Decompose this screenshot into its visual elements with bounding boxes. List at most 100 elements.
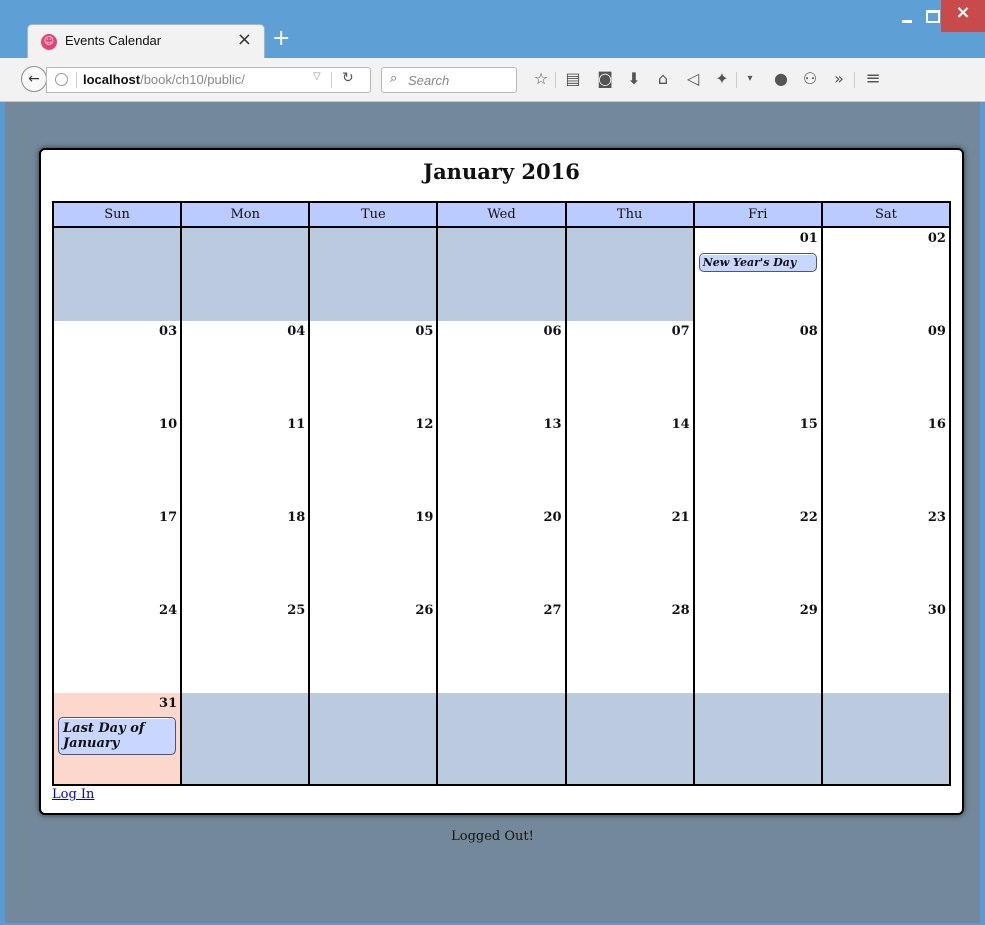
- day-number: 19: [415, 510, 434, 525]
- calendar-day-cell[interactable]: 27: [438, 600, 567, 693]
- calendar-day-cell[interactable]: 24: [54, 600, 183, 693]
- weekday-header: Sun: [54, 203, 183, 226]
- calendar-day-cell[interactable]: 25: [182, 600, 311, 693]
- chat-icon[interactable]: ●: [770, 67, 792, 91]
- calendar-day-cell[interactable]: 08: [694, 321, 823, 414]
- send-icon[interactable]: ◁: [682, 67, 704, 91]
- pocket-icon[interactable]: ◙: [594, 67, 616, 91]
- calendar-day-cell[interactable]: 05: [310, 321, 439, 414]
- bookmark-star-icon[interactable]: ☆: [530, 67, 552, 91]
- calendar-day-cell[interactable]: 31 Last Day of January: [54, 693, 183, 784]
- event-link[interactable]: New Year's Day: [698, 253, 817, 272]
- calendar-week-row: 10 11 12 13 14 15 16: [54, 414, 949, 509]
- reload-icon[interactable]: ↻: [342, 70, 354, 86]
- calendar-title: January 2016: [423, 159, 580, 184]
- calendar-day-cell[interactable]: 28: [566, 600, 695, 693]
- day-number: 17: [159, 510, 178, 525]
- calendar-day-cell[interactable]: 04: [182, 321, 311, 414]
- calendar-day-cell[interactable]: 20: [438, 507, 567, 600]
- calendar-grid: Sun Mon Tue Wed Thu Fri Sat 01 New Year's…: [52, 201, 951, 786]
- calendar-empty-cell: [438, 693, 567, 784]
- day-number: 02: [927, 231, 946, 246]
- calendar-empty-cell: [694, 693, 823, 784]
- search-icon: ⌕: [390, 71, 398, 86]
- weekday-header: Tue: [310, 203, 439, 226]
- calendar-day-cell[interactable]: 09: [822, 321, 949, 414]
- calendar-empty-cell: [566, 693, 695, 784]
- calendar-day-cell[interactable]: 21: [566, 507, 695, 600]
- browser-tab[interactable]: ☺ Events Calendar ×: [27, 24, 265, 58]
- day-number: 23: [927, 510, 946, 525]
- calendar-week-row: 17 18 19 20 21 22 23: [54, 507, 949, 602]
- overflow-chevron-icon[interactable]: »: [828, 67, 850, 91]
- login-link[interactable]: Log In: [52, 787, 94, 802]
- calendar-day-cell[interactable]: 17: [54, 507, 183, 600]
- calendar-day-cell[interactable]: 01 New Year's Day: [694, 228, 823, 321]
- back-button[interactable]: ←: [21, 66, 47, 92]
- toolbar-divider: [854, 72, 855, 88]
- calendar-week-row: 24 25 26 27 28 29 30: [54, 600, 949, 695]
- calendar-empty-cell: [438, 228, 567, 321]
- calendar-empty-cell: [182, 228, 311, 321]
- calendar-day-cell[interactable]: 03: [54, 321, 183, 414]
- extension-icon[interactable]: ✦: [711, 67, 733, 91]
- day-number: 13: [543, 417, 562, 432]
- menu-hamburger-icon[interactable]: ≡: [862, 67, 884, 91]
- calendar-empty-cell: [566, 228, 695, 321]
- calendar-day-cell[interactable]: 15: [694, 414, 823, 507]
- calendar-day-cell[interactable]: 14: [566, 414, 695, 507]
- url-text[interactable]: localhost/book/ch10/public/: [83, 72, 245, 87]
- day-number: 27: [543, 603, 562, 618]
- day-number: 28: [671, 603, 690, 618]
- day-number: 12: [415, 417, 434, 432]
- calendar-day-cell[interactable]: 13: [438, 414, 567, 507]
- calendar-day-cell[interactable]: 10: [54, 414, 183, 507]
- close-window-button[interactable]: ×: [941, 0, 985, 32]
- share-icon[interactable]: ⚇: [799, 67, 821, 91]
- toolbar-divider: [555, 72, 556, 88]
- search-bar[interactable]: ⌕: [381, 67, 517, 93]
- page-content: January 2016 Sun Mon Tue Wed Thu Fri Sat…: [5, 102, 980, 923]
- calendar-day-cell[interactable]: 23: [822, 507, 949, 600]
- calendar-empty-cell: [182, 693, 311, 784]
- calendar-day-cell[interactable]: 11: [182, 414, 311, 507]
- calendar-day-cell[interactable]: 06: [438, 321, 567, 414]
- url-bar[interactable]: localhost/book/ch10/public/ ▽ ↻: [46, 67, 371, 93]
- new-tab-button[interactable]: +: [272, 27, 290, 51]
- day-number: 22: [799, 510, 818, 525]
- search-input[interactable]: [408, 71, 512, 89]
- weekday-header: Sat: [874, 207, 897, 222]
- close-icon: ×: [955, 2, 971, 23]
- calendar-day-cell[interactable]: 22: [694, 507, 823, 600]
- login-status: Logged Out!: [451, 829, 534, 844]
- day-number: 30: [927, 603, 946, 618]
- url-dropdown-icon[interactable]: ▽: [313, 71, 321, 82]
- calendar-day-cell[interactable]: 26: [310, 600, 439, 693]
- home-icon[interactable]: ⌂: [652, 67, 674, 91]
- day-number: 01: [799, 231, 818, 246]
- calendar-day-cell[interactable]: 16: [822, 414, 949, 507]
- calendar-empty-cell: [310, 228, 439, 321]
- event-link[interactable]: Last Day of January: [58, 717, 177, 755]
- reading-list-icon[interactable]: ▤: [562, 67, 584, 91]
- tab-title: Events Calendar: [65, 33, 162, 48]
- calendar-day-cell[interactable]: 12: [310, 414, 439, 507]
- calendar-day-cell[interactable]: 18: [182, 507, 311, 600]
- calendar-day-cell[interactable]: 29: [694, 600, 823, 693]
- url-host: localhost: [83, 72, 141, 87]
- weekday-header: Mon: [182, 203, 311, 226]
- day-number: 16: [927, 417, 946, 432]
- dropdown-icon[interactable]: ▾: [739, 67, 761, 91]
- calendar-day-cell[interactable]: 07: [566, 321, 695, 414]
- day-number: 29: [799, 603, 818, 618]
- download-icon[interactable]: ⬇: [623, 67, 645, 91]
- day-number: 10: [159, 417, 178, 432]
- calendar-day-cell[interactable]: 02: [822, 228, 949, 321]
- day-number: 05: [415, 324, 434, 339]
- tab-close-icon[interactable]: ×: [237, 29, 252, 50]
- title-bar: ☺ Events Calendar × + ×: [0, 0, 985, 58]
- calendar-week-row: 03 04 05 06 07 08 09: [54, 321, 949, 416]
- calendar-day-cell[interactable]: 30: [822, 600, 949, 693]
- calendar-day-cell[interactable]: 19: [310, 507, 439, 600]
- maximize-icon: [926, 10, 940, 23]
